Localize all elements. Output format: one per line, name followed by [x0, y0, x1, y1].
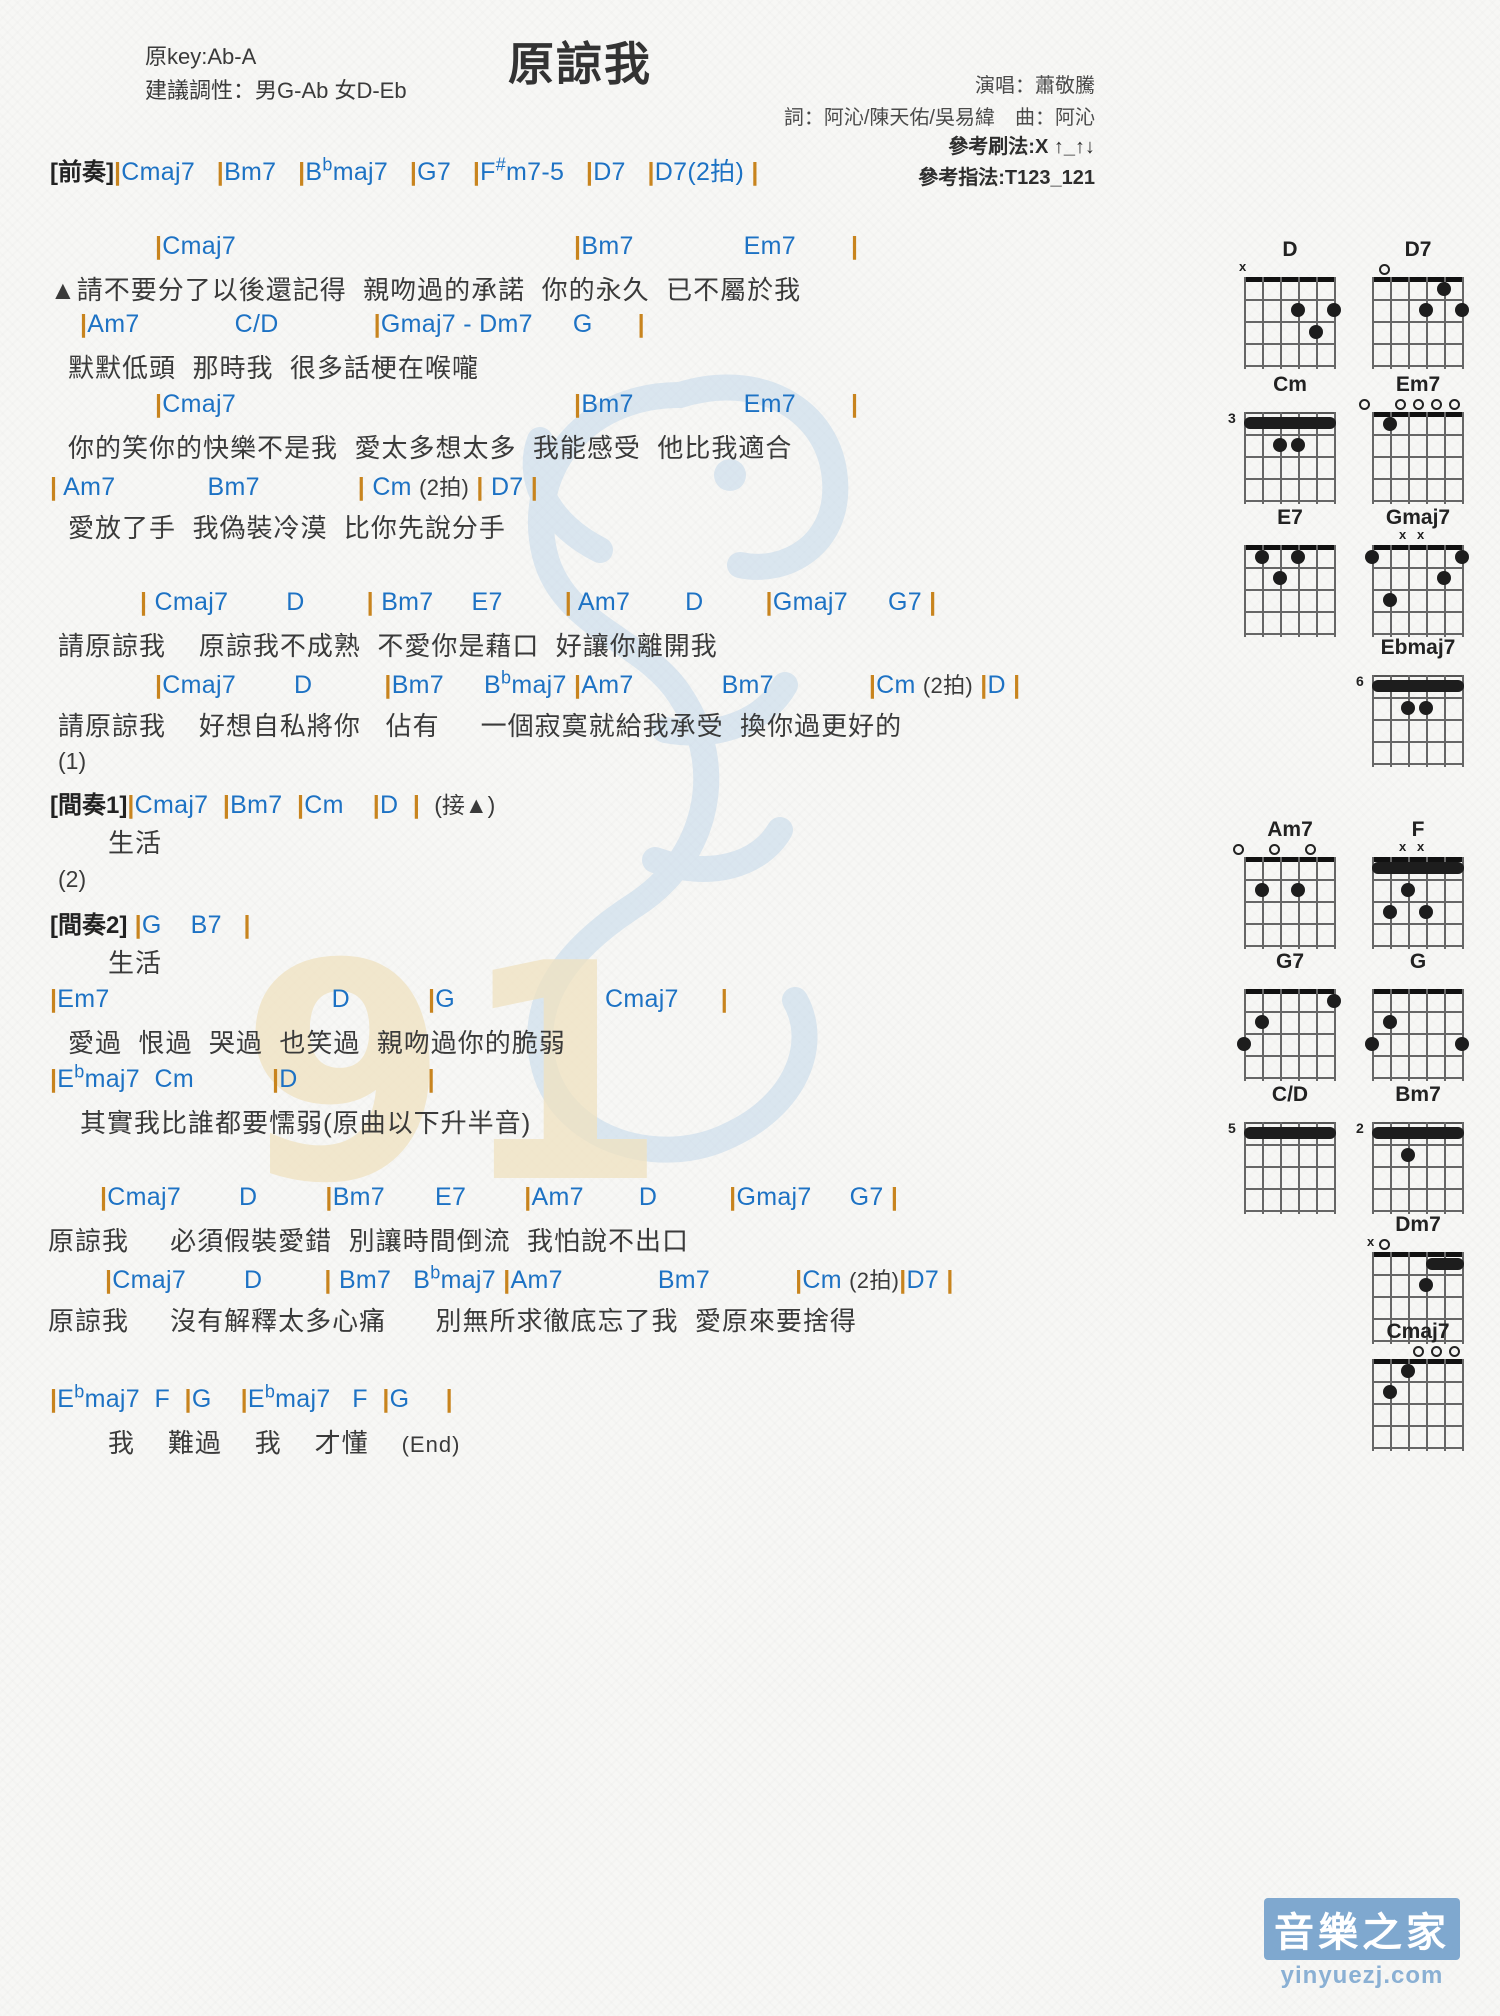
line-interlude1: [間奏1]|Cmaj7 |Bm7 |Cm |D | (接▲) — [50, 785, 495, 820]
lyric-row-ch2a: 原諒我 必須假裝愛錯 別讓時間倒流 我怕說不出口 — [48, 1226, 690, 1256]
lyric-row-v1a: ▲請不要分了以後還記得 親吻過的承諾 你的永久 已不屬於我 — [50, 275, 802, 305]
section-label-interlude2: [間奏2] — [50, 912, 128, 939]
muted-string-marker: x — [1399, 527, 1407, 542]
lyric-row-br1: 愛過 恨過 哭過 也笑過 親吻過你的脆弱 — [68, 1028, 566, 1058]
writer-credit: 詞：阿沁/陳天佑/吳易緯 曲：阿沁 — [783, 107, 1095, 129]
strum-pattern: 參考刷法:X ↑_↑↓ — [948, 136, 1095, 158]
fret-number: 3 — [1228, 410, 1236, 426]
site-brand: 音樂之家 yinyuezj.com — [1264, 1898, 1460, 1990]
open-string-marker — [1359, 399, 1370, 410]
open-string-marker — [1413, 1346, 1424, 1357]
lyric-row-br2: 其實我比誰都要懦弱(原曲以下升半音) — [80, 1108, 532, 1138]
chord-diagram-C-over-D: C/D 5 — [1228, 1083, 1345, 1214]
chord-diagram-name: Am7 — [1267, 818, 1313, 841]
chord-diagram-Bm7: Bm7 2 — [1356, 1083, 1473, 1214]
chord-diagram-name: Cmaj7 — [1386, 1320, 1450, 1343]
chord-row-v1b: |Am7 C/D |Gmaj7 - Dm7 G | — [80, 310, 645, 338]
chord-diagram-G: G — [1363, 950, 1473, 1081]
chord-row-ch1a: | Cmaj7 D | Bm7 E7 | Am7 D |Gmaj7 G7 | — [140, 588, 937, 616]
chord-row-int2: |G B7 | — [134, 911, 251, 939]
open-string-marker — [1449, 1346, 1460, 1357]
chord-diagram-Cmaj7: Cmaj7 — [1363, 1320, 1473, 1451]
fret-number: 5 — [1228, 1120, 1236, 1136]
muted-string-marker: x — [1417, 839, 1425, 854]
section-label-interlude1: [間奏1] — [50, 792, 128, 819]
open-string-marker — [1395, 399, 1406, 410]
chord-row-outro: |Ebmaj7 F |G |Ebmaj7 F |G | — [50, 1381, 453, 1413]
muted-string-marker: x — [1367, 1234, 1375, 1249]
open-string-marker — [1305, 844, 1316, 855]
chord-row-ch1b: |Cmaj7 D |Bm7 Bbmaj7 |Am7 Bm7 |Cm (2拍) |D | — [155, 667, 1021, 699]
chord-diagram-name: G — [1409, 950, 1427, 973]
back-to-mark-a: (接▲) — [434, 792, 496, 818]
lyric-row-ch1b: 請原諒我 好想自私將你 佔有 一個寂寞就給我承受 換你過更好的 — [58, 711, 903, 741]
muted-string-marker: x — [1239, 259, 1247, 274]
lyric-row-ch1a: 請原諒我 原諒我不成熟 不愛你是藉口 好讓你離開我 — [58, 631, 718, 661]
chord-row-ch2a: |Cmaj7 D |Bm7 E7 |Am7 D |Gmaj7 G7 | — [100, 1183, 899, 1211]
chord-row-int1: |Cmaj7 |Bm7 |Cm |D | — [127, 791, 421, 819]
chord-diagram-name: Bm7 — [1395, 1083, 1441, 1106]
open-string-marker — [1233, 844, 1244, 855]
section-label-intro: [前奏] — [50, 159, 114, 186]
chord-row-intro: |Cmaj7 |Bm7 |Bbmaj7 |G7 |F#m7-5 |D7 |D7(… — [113, 154, 759, 186]
chord-diagram-name: Cm — [1273, 373, 1307, 396]
chord-diagram-Gmaj7: Gmaj7 xx — [1363, 506, 1473, 637]
fingering-pattern: 參考指法:T123_121 — [918, 167, 1095, 189]
chord-diagram-Am7: Am7 — [1233, 818, 1345, 949]
open-string-marker — [1431, 1346, 1442, 1357]
chord-diagram-name: Em7 — [1395, 373, 1441, 396]
chord-diagram-name: G7 — [1275, 950, 1304, 973]
chord-diagram-name: D7 — [1404, 238, 1432, 261]
chord-diagram-E7: E7 — [1235, 506, 1345, 637]
repeat-marker-2: (2) — [58, 866, 87, 892]
brand-name-cn: 音樂之家 — [1264, 1898, 1460, 1960]
lyric-row-int1: 生活 — [108, 828, 163, 858]
repeat-marker-1: (1) — [58, 748, 87, 774]
chord-row-v1d: | Am7 Bm7 | Cm (2拍) | D7 | — [50, 473, 539, 501]
chord-diagram-name: Ebmaj7 — [1380, 636, 1456, 659]
open-string-marker — [1431, 399, 1442, 410]
singer-credit: 演唱：蕭敬騰 — [975, 75, 1095, 97]
chord-diagram-name: Dm7 — [1395, 1213, 1441, 1236]
chord-diagram-Em7: Em7 — [1359, 373, 1473, 504]
line-intro: [前奏]|Cmaj7 |Bm7 |Bbmaj7 |G7 |F#m7-5 |D7 … — [50, 152, 759, 188]
credits: 演唱：蕭敬騰 詞：阿沁/陳天佑/吳易緯 曲：阿沁 — [784, 70, 1095, 134]
lyric-row-ch2b: 原諒我 沒有解釋太多心痛 別無所求徹底忘了我 愛原來要捨得 — [48, 1306, 857, 1336]
open-string-marker — [1413, 399, 1424, 410]
lyric-row-v1c: 你的笑你的快樂不是我 愛太多想太多 我能感受 他比我適合 — [68, 433, 793, 463]
open-string-marker — [1269, 844, 1280, 855]
fret-number: 2 — [1356, 1120, 1364, 1136]
chord-diagram-name: C/D — [1271, 1083, 1309, 1106]
chord-row-v1a: |Cmaj7 |Bm7 Em7 | — [155, 232, 859, 260]
muted-string-marker: x — [1417, 527, 1425, 542]
lyric-row-outro: 我 難過 我 才懂 (End) — [108, 1428, 461, 1458]
chord-row-br2: |Ebmaj7 Cm |D | — [50, 1061, 435, 1093]
lyric-row-int2: 生活 — [108, 948, 163, 978]
play-hints: 參考刷法:X ↑_↑↓ 參考指法:T123_121 — [918, 132, 1095, 194]
lyric-row-v1b: 默默低頭 那時我 很多話梗在喉嚨 — [68, 353, 479, 383]
chord-row-ch2b: |Cmaj7 D | Bm7 Bbmaj7 |Am7 Bm7 |Cm (2拍)|D7 | — [105, 1262, 954, 1294]
chord-diagram-Cm: Cm 3 — [1228, 373, 1345, 504]
end-marker: (End) — [401, 1432, 461, 1457]
chord-row-v1c: |Cmaj7 |Bm7 Em7 | — [155, 390, 859, 418]
line-interlude2: [間奏2] |G B7 | — [50, 905, 251, 940]
fret-number: 6 — [1356, 673, 1364, 689]
chord-diagram-D7: D7 — [1363, 238, 1473, 369]
open-string-marker — [1379, 264, 1390, 275]
open-string-marker — [1379, 1239, 1390, 1250]
chord-diagram-name: E7 — [1277, 506, 1303, 529]
muted-string-marker: x — [1399, 839, 1407, 854]
lyric-row-v1d: 愛放了手 我偽裝冷漠 比你先說分手 — [68, 513, 506, 543]
chord-diagram-F: F xx — [1363, 818, 1473, 949]
brand-url: yinyuezj.com — [1280, 1962, 1444, 1989]
chord-diagram-G7: G7 — [1235, 950, 1345, 1081]
chord-diagram-name: D — [1282, 238, 1298, 261]
chord-row-br1: |Em7 D |G Cmaj7 | — [50, 985, 729, 1013]
open-string-marker — [1449, 399, 1460, 410]
chord-diagram-Ebmaj7: Ebmaj7 6 — [1356, 636, 1473, 767]
chord-diagram-D: D x — [1235, 238, 1345, 369]
